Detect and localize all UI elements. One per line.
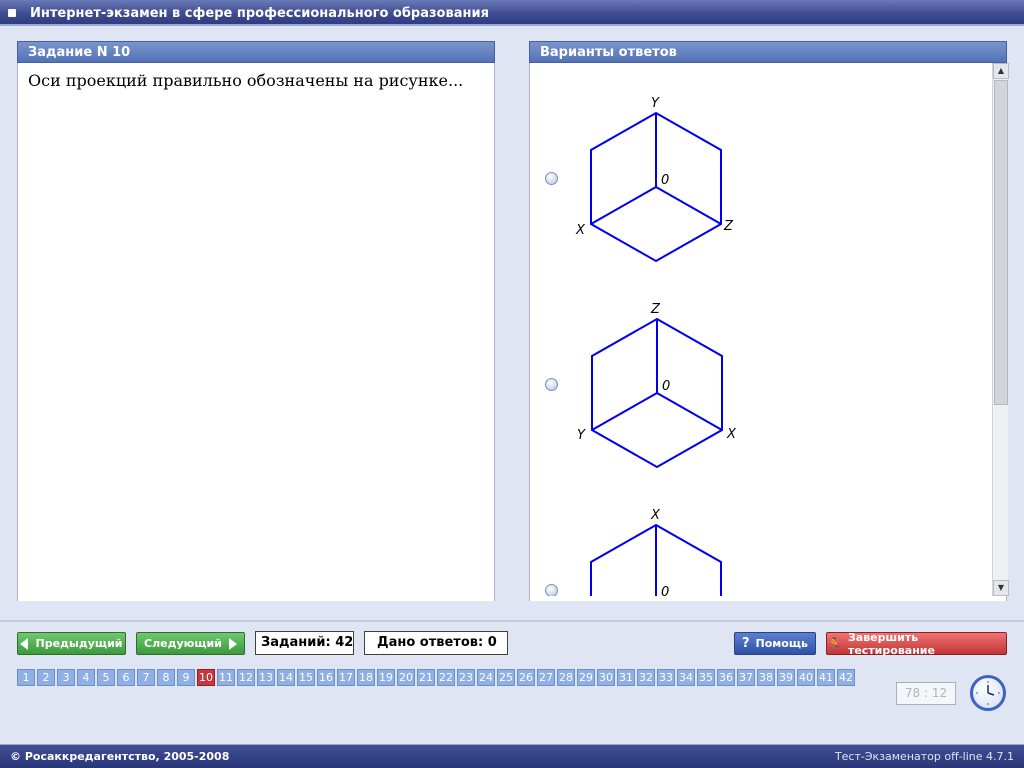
page-number-button[interactable]: 6 [117,669,135,686]
help-button[interactable]: ? Помощь [734,632,816,655]
page-number-button[interactable]: 34 [677,669,695,686]
question-panel: Оси проекций правильно обозначены на рис… [17,63,495,601]
axis-label-top: Y [651,96,660,111]
page-number-button[interactable]: 7 [137,669,155,686]
next-button[interactable]: Следующий [136,632,245,655]
page-number-button[interactable]: 12 [237,669,255,686]
page-number-button[interactable]: 18 [357,669,375,686]
page-number-button[interactable]: 16 [317,669,335,686]
page-number-button[interactable]: 26 [517,669,535,686]
question-panel-header: Задание N 10 [17,41,495,63]
axis-label-top: Z [650,302,661,317]
previous-button-label: Предыдущий [35,637,123,650]
scroll-up-button[interactable]: ▲ [993,63,1009,79]
answer-radio-3[interactable] [545,584,558,596]
answers-header-label: Варианты ответов [540,45,677,60]
page-number-button[interactable]: 32 [637,669,655,686]
page-number-button[interactable]: 2 [37,669,55,686]
page-number-button[interactable]: 25 [497,669,515,686]
page-number-button[interactable]: 10 [197,669,215,686]
axes-figure-2: Z 0 Y X [577,302,737,469]
finish-test-button[interactable]: 🏃 Завершить тестирование [826,630,1007,657]
page-number-button[interactable]: 35 [697,669,715,686]
question-text: Оси проекций правильно обозначены на рис… [28,71,464,90]
scroll-thumb[interactable] [994,80,1008,405]
page-number-button[interactable]: 4 [77,669,95,686]
axis-label-top: X [650,508,661,523]
page-number-button[interactable]: 36 [717,669,735,686]
page-number-button[interactable]: 23 [457,669,475,686]
page-number-button[interactable]: 40 [797,669,815,686]
divider [0,620,1024,622]
answer-radio-2[interactable] [545,378,558,391]
page-number-button[interactable]: 27 [537,669,555,686]
running-man-icon: 🏃 [827,636,842,651]
axis-label-origin: 0 [662,379,670,394]
page-number-button[interactable]: 20 [397,669,415,686]
axes-figure-1: Y 0 X Z [575,96,734,263]
page-number-button[interactable]: 24 [477,669,495,686]
page-number-button[interactable]: 37 [737,669,755,686]
page-number-button[interactable]: 1 [17,669,35,686]
page-number-button[interactable]: 42 [837,669,855,686]
answers-panel: Y 0 X Z Z 0 Y X X 0 ▲ ▼ [529,63,1009,601]
tasks-count: Заданий: 42 [255,631,354,655]
page-number-button[interactable]: 41 [817,669,835,686]
axis-label-right: Z [723,219,734,234]
answer-option-2[interactable]: Z 0 Y X [530,289,990,489]
question-mark-icon: ? [742,636,750,651]
answers-scrollbar[interactable]: ▲ ▼ [992,63,1009,596]
page-number-button[interactable]: 31 [617,669,635,686]
answer-option-3[interactable]: X 0 [530,495,990,596]
page-number-button[interactable]: 14 [277,669,295,686]
timer-display: 78 : 12 [896,682,956,705]
version-text: Тест-Экзаменатор off-line 4.7.1 [834,750,1014,763]
arrow-right-icon [228,637,237,650]
page-number-button[interactable]: 15 [297,669,315,686]
page-number-button[interactable]: 29 [577,669,595,686]
page-number-button[interactable]: 11 [217,669,235,686]
page-number-button[interactable]: 9 [177,669,195,686]
previous-button[interactable]: Предыдущий [17,632,126,655]
window-title-bar: Интернет-экзамен в сфере профессионально… [0,0,1024,26]
page-number-button[interactable]: 28 [557,669,575,686]
clock-icon [970,675,1006,711]
page-number-button[interactable]: 22 [437,669,455,686]
answer-radio-1[interactable] [545,172,558,185]
window-title: Интернет-экзамен в сфере профессионально… [30,6,489,21]
question-number: Задание N 10 [28,45,131,60]
page-number-button[interactable]: 39 [777,669,795,686]
page-number-button[interactable]: 5 [97,669,115,686]
answer-option-1[interactable]: Y 0 X Z [530,83,990,283]
scroll-down-button[interactable]: ▼ [993,580,1009,596]
axis-label-left: Y [577,428,586,443]
page-number-button[interactable]: 38 [757,669,775,686]
page-number-button[interactable]: 30 [597,669,615,686]
next-button-label: Следующий [144,637,222,650]
page-number-button[interactable]: 33 [657,669,675,686]
footer-bar: © Росаккредагентство, 2005-2008 Тест-Экз… [0,744,1024,768]
page-number-button[interactable]: 21 [417,669,435,686]
finish-button-label: Завершить тестирование [847,630,935,657]
answers-panel-header: Варианты ответов [529,41,1007,63]
answered-count: Дано ответов: 0 [364,631,508,655]
help-button-label: Помощь [755,637,808,650]
axis-label-origin: 0 [661,173,669,188]
copyright-text: © Росаккредагентство, 2005-2008 [10,750,230,763]
axis-label-right: X [726,427,737,442]
page-number-button[interactable]: 13 [257,669,275,686]
page-number-button[interactable]: 8 [157,669,175,686]
arrow-left-icon [20,637,29,650]
page-number-button[interactable]: 19 [377,669,395,686]
axis-label-left: X [575,223,586,238]
answers-list: Y 0 X Z Z 0 Y X X 0 [530,63,992,596]
axis-label-origin: 0 [661,585,669,596]
page-number-button[interactable]: 17 [337,669,355,686]
page-number-button[interactable]: 3 [57,669,75,686]
axes-figure-3: X 0 [590,508,722,596]
